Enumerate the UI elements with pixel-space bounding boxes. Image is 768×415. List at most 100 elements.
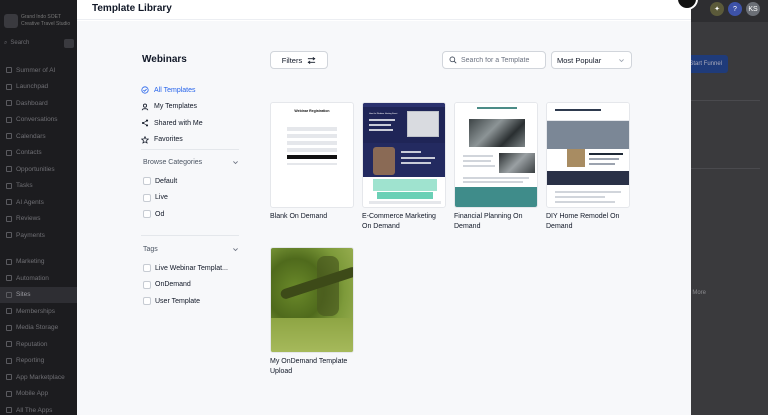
nav-item: Memberships xyxy=(0,303,77,320)
template-search[interactable] xyxy=(442,51,546,69)
sort-select[interactable]: Most Popular xyxy=(551,51,632,69)
template-thumbnail[interactable]: How the Webinar Hosting Event xyxy=(362,102,446,208)
background-sidebar: Grand Indo SOET Creative Travel Studio ⌕… xyxy=(0,0,77,415)
category-checkbox-default[interactable]: Default xyxy=(143,173,243,190)
nav-item: Reporting xyxy=(0,353,77,370)
menu-item-shared-with-me[interactable]: Shared with Me xyxy=(141,115,241,132)
chevron-down-icon xyxy=(619,59,624,63)
category-title: Webinars xyxy=(142,54,187,65)
share-icon xyxy=(141,119,149,127)
chevron-down-icon xyxy=(233,248,238,252)
notification-icon: ✦ xyxy=(710,2,724,16)
nav-icon xyxy=(6,83,12,90)
tags-toggle[interactable]: Tags xyxy=(143,246,239,253)
nav-item: Reputation xyxy=(0,336,77,353)
checkbox[interactable] xyxy=(143,210,151,219)
more-label: More xyxy=(692,290,706,296)
nav-item: Automation xyxy=(0,270,77,287)
checkbox[interactable] xyxy=(143,280,151,289)
search-input[interactable] xyxy=(461,56,546,64)
search-icon xyxy=(449,56,457,64)
template-name: Blank On Demand xyxy=(270,213,328,220)
template-thumbnail[interactable] xyxy=(454,102,538,208)
star-icon xyxy=(141,135,149,144)
nav-icon xyxy=(6,324,12,331)
account-subtitle: Creative Travel Studio xyxy=(21,21,71,27)
sliders-icon xyxy=(307,56,316,64)
modal-header: Template Library xyxy=(77,0,698,20)
template-card-ecommerce-marketing[interactable]: How the Webinar Hosting Event E-Commerce… xyxy=(362,102,446,232)
nav-item: Mobile App xyxy=(0,386,77,403)
tag-checkbox-live-webinar[interactable]: Live Webinar Templat... xyxy=(143,260,243,277)
tag-checkbox-user-template[interactable]: User Template xyxy=(143,293,243,310)
nav-item: Conversations xyxy=(0,112,77,129)
modal-title: Template Library xyxy=(92,3,172,14)
account-avatar xyxy=(4,14,18,28)
template-thumbnail[interactable] xyxy=(546,102,630,208)
modal-body: Webinars All Templates My Templates Shar… xyxy=(77,21,691,415)
nav-icon xyxy=(6,308,12,315)
template-card-diy-home-remodel[interactable]: DIY Home Remodel On Demand xyxy=(546,102,630,232)
user-icon xyxy=(141,103,149,111)
divider xyxy=(141,149,239,150)
thumbnail-heading: How the Webinar Hosting Event xyxy=(369,113,398,115)
nav-icon xyxy=(6,133,12,140)
nav-item: Tasks xyxy=(0,178,77,195)
template-thumbnail[interactable] xyxy=(270,247,354,353)
divider xyxy=(141,235,239,236)
template-card-financial-planning[interactable]: Financial Planning On Demand xyxy=(454,102,538,232)
shortcut-icon xyxy=(64,38,74,48)
nav-icon xyxy=(6,407,12,414)
nav-item-active: Sites xyxy=(0,286,77,303)
checkbox[interactable] xyxy=(143,264,151,273)
thumbnail-heading: Webinar Registration xyxy=(294,109,330,113)
tag-checkbox-ondemand[interactable]: OnDemand xyxy=(143,277,243,294)
menu-item-my-templates[interactable]: My Templates xyxy=(141,99,241,116)
help-icon: ? xyxy=(728,2,742,16)
nav-item: Contacts xyxy=(0,145,77,162)
nav-icon xyxy=(6,275,12,282)
nav-item: Calendars xyxy=(0,128,77,145)
browse-categories-toggle[interactable]: Browse Categories xyxy=(143,159,239,166)
nav-icon xyxy=(6,67,12,74)
nav-icon xyxy=(6,149,12,156)
user-avatar: KS xyxy=(746,2,760,16)
category-checkbox-od[interactable]: Od xyxy=(143,206,243,223)
template-name: DIY Home Remodel On Demand xyxy=(546,213,620,230)
template-card-blank-on-demand[interactable]: Webinar Registration Blank On Demand xyxy=(270,102,354,222)
nav-icon xyxy=(6,291,12,298)
nav-icon xyxy=(6,199,12,206)
nav-icon xyxy=(6,182,12,189)
background-nav: Summer of AI Launchpad Dashboard Convers… xyxy=(0,62,77,415)
template-thumbnail[interactable]: Webinar Registration xyxy=(270,102,354,208)
category-checkbox-live[interactable]: Live xyxy=(143,190,243,207)
checkbox[interactable] xyxy=(143,193,151,202)
nav-item: Summer of AI xyxy=(0,62,77,79)
template-name: My OnDemand Template Upload xyxy=(270,358,348,375)
nav-item: Marketing xyxy=(0,254,77,271)
menu-item-favorites[interactable]: Favorites xyxy=(141,132,241,149)
chevron-down-icon xyxy=(233,161,238,165)
category-list: Default Live Od xyxy=(143,173,243,223)
nav-icon xyxy=(6,166,12,173)
tag-list: Live Webinar Templat... OnDemand User Te… xyxy=(143,260,243,310)
nav-icon xyxy=(6,100,12,107)
template-card-my-ondemand-upload[interactable]: My OnDemand Template Upload xyxy=(270,247,354,377)
nav-item: Launchpad xyxy=(0,79,77,96)
nav-icon xyxy=(6,215,12,222)
filters-button[interactable]: Filters xyxy=(270,51,328,69)
nav-item: All The Apps xyxy=(0,402,77,415)
nav-item: Opportunities xyxy=(0,161,77,178)
nav-icon xyxy=(6,341,12,348)
search-icon: ⌕ xyxy=(4,39,8,46)
template-name: Financial Planning On Demand xyxy=(454,213,523,230)
nav-icon xyxy=(6,232,12,239)
nav-icon xyxy=(6,374,12,381)
nav-item: Media Storage xyxy=(0,320,77,337)
checkbox[interactable] xyxy=(143,177,151,186)
template-menu: All Templates My Templates Shared with M… xyxy=(141,82,241,148)
nav-icon xyxy=(6,390,12,397)
menu-item-all-templates[interactable]: All Templates xyxy=(141,82,241,99)
checkbox[interactable] xyxy=(143,297,151,306)
nav-item: Dashboard xyxy=(0,95,77,112)
